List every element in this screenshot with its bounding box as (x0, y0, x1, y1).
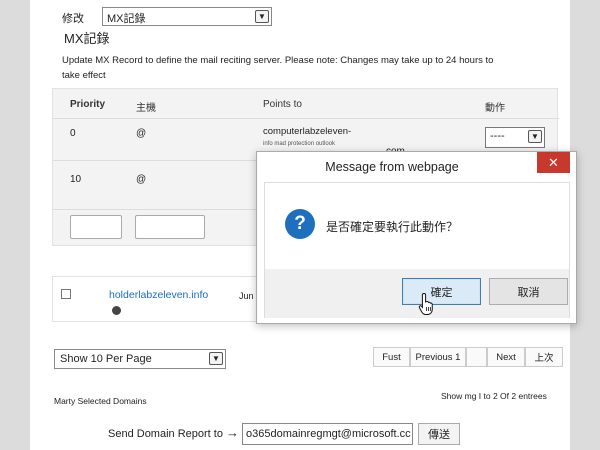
row2-host: @ (136, 174, 147, 185)
chevron-down-icon: ▼ (209, 352, 223, 365)
row1-action-value: ---- (490, 130, 505, 142)
last-page-button[interactable]: 上次 (525, 347, 563, 367)
question-icon: ? (285, 209, 315, 239)
close-icon[interactable]: ✕ (537, 152, 570, 173)
new-priority-input[interactable] (70, 215, 122, 239)
new-host-input[interactable] (135, 215, 205, 239)
cancel-button[interactable]: 取消 (489, 278, 568, 305)
row1-points-to-detail: info mad protection outlook (263, 141, 336, 147)
dialog-body: ? 是否確定要執行此動作？ 確定 取消 (264, 182, 570, 318)
previous-page-button[interactable]: Previous 1 (410, 347, 466, 367)
per-page-value: Show 10 Per Page (60, 353, 152, 365)
ok-button[interactable]: 確定 (402, 278, 481, 305)
message-dialog: Message from webpage ✕ ? 是否確定要執行此動作？ 確定 … (256, 151, 577, 324)
chevron-down-icon: ▼ (255, 10, 269, 23)
domain-link[interactable]: holderlabzeleven.info (109, 289, 208, 301)
dialog-title: Message from webpage (325, 160, 459, 174)
row1-points-to: computerlabzeleven- (263, 126, 352, 137)
first-page-button[interactable]: Fust (373, 347, 410, 367)
dialog-footer: 確定 取消 (265, 269, 569, 318)
globe-icon (112, 306, 121, 315)
domain-checkbox[interactable] (61, 289, 71, 299)
row2-priority: 10 (70, 174, 82, 185)
header-action: 動作 (485, 103, 505, 114)
dialog-message: 是否確定要執行此動作？ (326, 220, 459, 234)
row1-host: @ (136, 128, 147, 139)
arrow-right-icon: → (226, 425, 239, 440)
hand-cursor-icon (418, 292, 433, 315)
header-points-to: Points to (263, 99, 302, 110)
send-report-button[interactable]: 傳送 (418, 423, 460, 445)
report-email-input[interactable]: o365domainregmgt@microsoft.cc (242, 423, 413, 445)
section-title: MX記錄 (64, 31, 110, 46)
row-divider (53, 118, 559, 119)
header-host: 主機 (136, 103, 156, 114)
row1-action-select[interactable]: ---- ▼ (485, 127, 545, 148)
section-description: Update MX Record to define the mail reci… (62, 55, 494, 81)
current-page-indicator (466, 347, 487, 367)
chevron-down-icon: ▼ (528, 130, 542, 143)
entries-count: Show mg I to 2 Of 2 entrees (441, 391, 547, 401)
selected-domains-label: Marty Selected Domains (54, 396, 147, 406)
send-report-label: Send Domain Report to (108, 428, 223, 440)
edit-label: 修改 (62, 13, 84, 25)
header-priority: Priority (70, 99, 106, 110)
record-type-value: MX記錄 (107, 13, 146, 25)
per-page-select[interactable]: Show 10 Per Page ▼ (54, 349, 226, 369)
record-type-select[interactable]: MX記錄 ▼ (102, 7, 272, 26)
domain-date: Jun (239, 291, 254, 301)
row1-priority: 0 (70, 128, 76, 139)
next-page-button[interactable]: Next (487, 347, 525, 367)
